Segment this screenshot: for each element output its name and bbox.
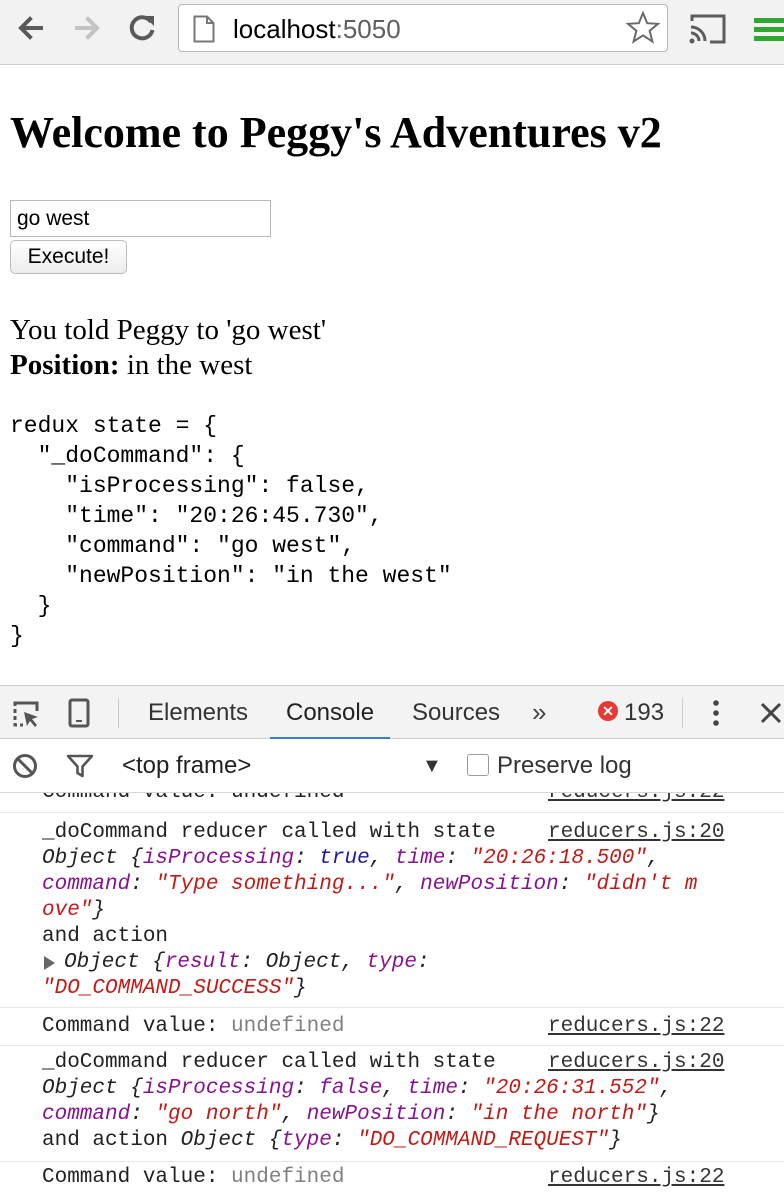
- redux-state-dump: redux state = { "_doCommand": { "isProce…: [10, 411, 452, 651]
- position-value: in the west: [119, 349, 253, 381]
- state-line: "_doCommand": {: [10, 443, 245, 469]
- message-text: Command value: undefined: [42, 1015, 345, 1038]
- state-line: "isProcessing": false,: [10, 473, 369, 499]
- message-text: _doCommand reducer called with state: [42, 821, 496, 844]
- object-preview: "DO_COMMAND_SUCCESS"}: [42, 977, 307, 1000]
- console-filter-bar: <top frame> ▼ Preserve log: [0, 739, 784, 793]
- clear-console-icon[interactable]: [12, 753, 38, 779]
- tab-console[interactable]: Console: [270, 686, 391, 740]
- console-message: _doCommand reducer called with state red…: [0, 1046, 784, 1162]
- frame-selector[interactable]: <top frame>: [122, 751, 251, 781]
- told-message: You told Peggy to 'go west': [10, 314, 327, 346]
- source-link[interactable]: reducers.js:20: [548, 820, 724, 846]
- error-count[interactable]: 193: [624, 698, 664, 728]
- filter-icon[interactable]: [66, 753, 94, 779]
- back-button[interactable]: [12, 10, 48, 46]
- console-message: Command value: undefined reducers.js:22: [0, 1008, 784, 1046]
- message-text: Command value: undefined: [42, 1166, 345, 1189]
- state-line: redux state = {: [10, 413, 218, 439]
- forward-arrow-icon: [75, 16, 100, 40]
- expand-triangle-icon[interactable]: [44, 956, 55, 970]
- reload-button[interactable]: [124, 10, 160, 46]
- source-link[interactable]: reducers.js:22: [548, 793, 724, 806]
- state-line: }: [10, 623, 24, 649]
- message-text: and action: [42, 925, 169, 948]
- back-arrow-icon: [18, 16, 43, 40]
- console-message: Command value: undefined reducers.js:22: [0, 1162, 784, 1196]
- preserve-log-checkbox[interactable]: [467, 754, 489, 776]
- browser-toolbar: localhost:5050: [0, 0, 784, 65]
- message-text: and action Object {type: "DO_COMMAND_REQ…: [42, 1129, 622, 1152]
- hamburger-menu-icon[interactable]: [752, 14, 784, 44]
- address-bar[interactable]: localhost:5050: [178, 4, 668, 52]
- execute-button[interactable]: Execute!: [10, 240, 127, 274]
- page-content: Welcome to Peggy's Adventures v2 Execute…: [0, 65, 784, 685]
- state-line: "command": "go west",: [10, 533, 356, 559]
- more-tabs-icon[interactable]: »: [532, 698, 546, 726]
- forward-button[interactable]: [70, 10, 106, 46]
- object-preview: ove"}: [42, 899, 106, 922]
- object-preview: command: "go north", newPosition: "in th…: [42, 1103, 660, 1126]
- toolbar-divider: [682, 698, 683, 728]
- tab-sources[interactable]: Sources: [396, 686, 516, 740]
- bookmark-star-icon[interactable]: [625, 10, 661, 46]
- console-message: Command value: undefined reducers.js:22: [0, 793, 784, 813]
- preserve-log-label[interactable]: Preserve log: [497, 751, 632, 781]
- position-label: Position:: [10, 349, 120, 381]
- url-text: localhost:5050: [233, 14, 401, 44]
- state-line: "time": "20:26:45.730",: [10, 503, 383, 529]
- source-link[interactable]: reducers.js:20: [548, 1050, 724, 1076]
- more-options-icon[interactable]: [708, 698, 724, 728]
- toolbar-divider: [118, 698, 119, 728]
- object-preview[interactable]: Object {result: Object, type:: [64, 950, 430, 976]
- page-icon: [193, 15, 215, 43]
- reload-icon: [129, 15, 155, 41]
- device-mode-icon[interactable]: [68, 698, 90, 728]
- cast-icon[interactable]: [688, 12, 728, 46]
- object-preview[interactable]: Object {isProcessing: true, time: "20:26…: [42, 846, 660, 872]
- state-line: }: [10, 593, 52, 619]
- inspect-element-icon[interactable]: [12, 700, 40, 728]
- url-host: localhost: [233, 14, 336, 44]
- console-message: _doCommand reducer called with state red…: [0, 813, 784, 1008]
- dropdown-arrow-icon[interactable]: ▼: [422, 753, 442, 779]
- source-link[interactable]: reducers.js:22: [548, 1014, 724, 1040]
- object-preview: command: "Type something...", newPositio…: [42, 873, 698, 896]
- message-text: _doCommand reducer called with state: [42, 1051, 496, 1074]
- state-line: "newPosition": "in the west": [10, 563, 452, 589]
- close-icon[interactable]: [758, 700, 784, 726]
- devtools-panel: Elements Console Sources » ✕ 193 <top fr…: [0, 685, 784, 1196]
- message-text: Command value: undefined: [42, 793, 344, 806]
- position-message: Position: in the west: [10, 348, 252, 382]
- tab-elements[interactable]: Elements: [132, 686, 264, 740]
- command-input[interactable]: [10, 200, 271, 237]
- source-link[interactable]: reducers.js:22: [548, 1165, 724, 1191]
- page-title: Welcome to Peggy's Adventures v2: [10, 108, 662, 157]
- url-port: :5050: [335, 14, 401, 44]
- devtools-toolbar: Elements Console Sources » ✕ 193: [0, 685, 784, 740]
- error-icon[interactable]: ✕: [598, 701, 618, 721]
- object-preview[interactable]: Object {isProcessing: false, time: "20:2…: [42, 1076, 672, 1102]
- console-messages: Command value: undefined reducers.js:22 …: [0, 793, 784, 1196]
